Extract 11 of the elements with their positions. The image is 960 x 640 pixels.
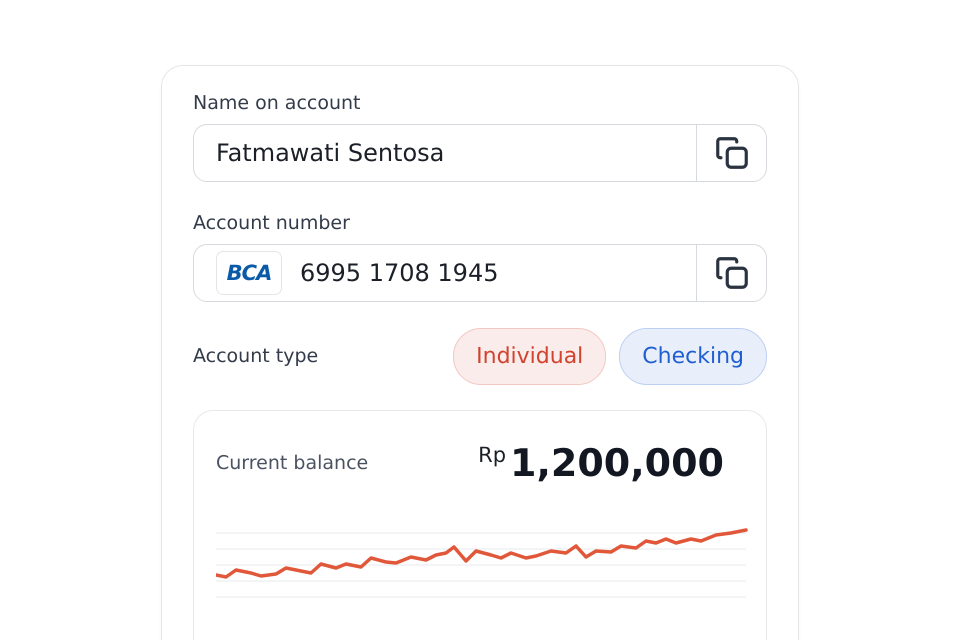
- bank-logo: BCA: [216, 250, 282, 295]
- type-tag: Checking: [619, 328, 767, 385]
- balance-amount: 1,200,000: [510, 441, 724, 486]
- type-tag: Individual: [453, 328, 606, 385]
- balance-label: Current balance: [216, 452, 368, 474]
- field-label: Name on account: [193, 92, 362, 114]
- field-label: Account type: [193, 345, 320, 368]
- field-value: 6995 1708 1945: [299, 258, 500, 289]
- field-value: Fatmawati Sentosa: [215, 138, 446, 169]
- field-label: Account number: [193, 212, 351, 234]
- currency-symbol: Rp: [478, 443, 506, 468]
